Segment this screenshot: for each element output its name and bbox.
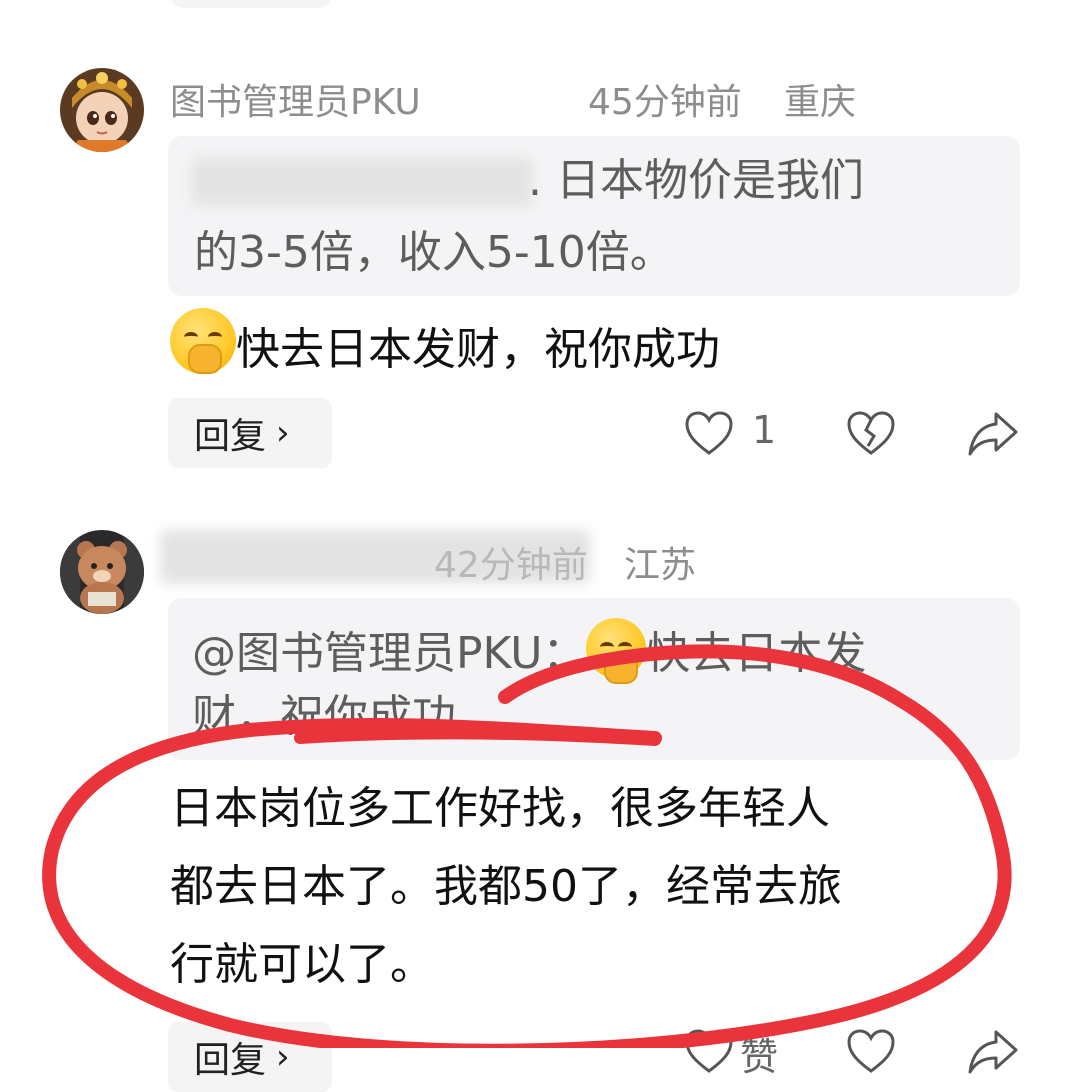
red-annotation-circle	[42, 644, 1012, 1048]
